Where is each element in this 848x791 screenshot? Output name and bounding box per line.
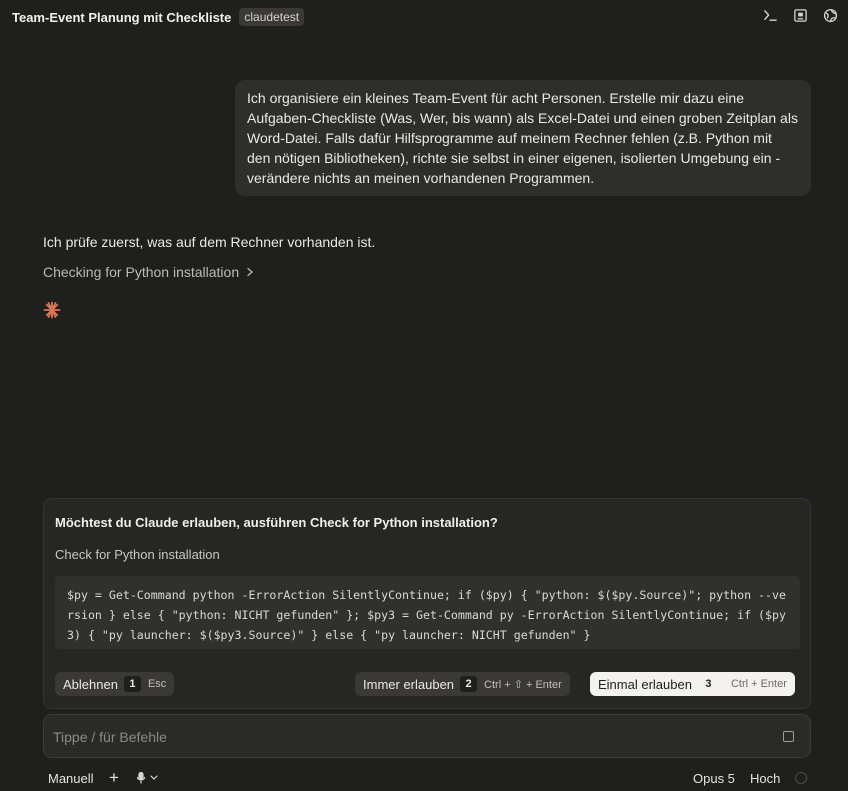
chevron-down-icon xyxy=(150,775,158,780)
deny-label: Ablehnen xyxy=(63,676,118,692)
deny-shortcut-number: 1 xyxy=(123,676,141,692)
tool-step-toggle[interactable]: Checking for Python installation xyxy=(43,264,255,280)
app-window: Team-Event Planung mit Checkliste claude… xyxy=(0,0,848,791)
header-actions xyxy=(763,8,838,23)
project-tag[interactable]: claudetest xyxy=(239,8,305,26)
prompt-input[interactable] xyxy=(53,726,753,748)
prompt-box xyxy=(43,714,811,758)
panel-icon[interactable] xyxy=(793,8,808,23)
user-message: Ich organisiere ein kleines Team-Event f… xyxy=(235,80,811,196)
microphone-icon[interactable] xyxy=(136,771,160,785)
claude-spinner-icon xyxy=(43,301,61,319)
composer-footer: Manuell + Opus 5 Hoch xyxy=(48,768,808,788)
chevron-right-icon xyxy=(247,267,254,277)
permission-subtitle: Check for Python installation xyxy=(55,547,220,562)
globe-icon[interactable] xyxy=(823,8,838,23)
header: Team-Event Planung mit Checkliste claude… xyxy=(0,0,848,34)
always-allow-button[interactable]: Immer erlauben 2 Ctrl + ⇧ + Enter xyxy=(355,672,570,696)
permission-dialog: Möchtest du Claude erlauben, ausführen C… xyxy=(43,498,811,709)
allow-once-shortcut-number: 3 xyxy=(705,678,712,690)
permission-question: Möchtest du Claude erlauben, ausführen C… xyxy=(55,515,498,530)
always-allow-label: Immer erlauben xyxy=(363,676,455,692)
assistant-message: Ich prüfe zuerst, was auf dem Rechner vo… xyxy=(43,234,376,250)
add-attachment-button[interactable]: + xyxy=(109,768,119,788)
terminal-icon[interactable] xyxy=(763,8,778,23)
always-allow-shortcut-hint: Ctrl + ⇧ + Enter xyxy=(484,678,562,691)
command-preview: $py = Get-Command python -ErrorAction Si… xyxy=(55,576,800,649)
tool-step-label: Checking for Python installation xyxy=(43,264,240,280)
effort-selector[interactable]: Hoch xyxy=(750,771,780,786)
conversation-title: Team-Event Planung mit Checkliste xyxy=(12,9,232,25)
deny-shortcut-hint: Esc xyxy=(147,678,167,690)
deny-button[interactable]: Ablehnen 1 Esc xyxy=(55,672,175,696)
always-allow-shortcut-number: 2 xyxy=(460,676,478,692)
mode-selector[interactable]: Manuell xyxy=(48,771,94,786)
allow-once-button[interactable]: Einmal erlauben 3 Ctrl + Enter xyxy=(590,672,795,696)
stop-icon[interactable] xyxy=(783,731,794,742)
allow-once-label: Einmal erlauben xyxy=(598,676,692,692)
model-selector[interactable]: Opus 5 xyxy=(693,771,735,786)
context-usage-indicator xyxy=(795,772,807,784)
allow-once-shortcut-hint: Ctrl + Enter xyxy=(730,678,787,690)
